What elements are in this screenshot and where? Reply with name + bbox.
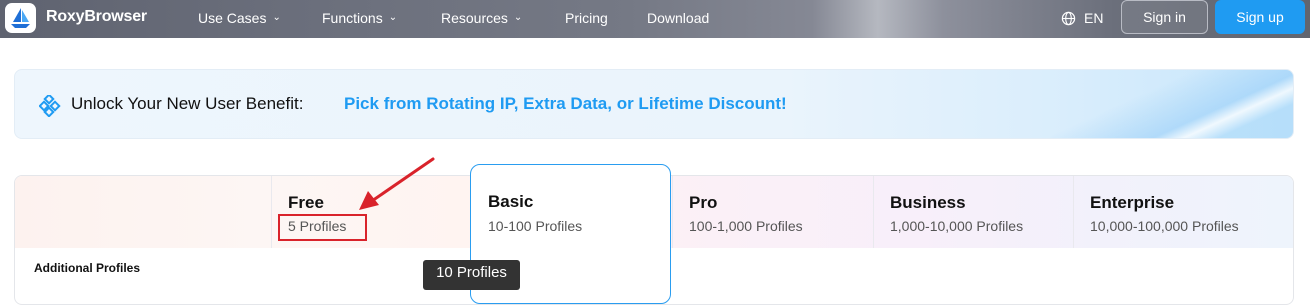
sign-up-button[interactable]: Sign up [1215,0,1305,34]
plan-profiles: 10,000-100,000 Profiles [1090,218,1239,234]
plan-name: Business [890,193,966,212]
chevron-down-icon: ⌄ [513,11,523,23]
nav-item-functions[interactable]: Functions ⌄ [322,10,397,26]
nav-item-download[interactable]: Download [647,10,709,26]
top-navigation-bar: RoxyBrowser Use Cases ⌄ Functions ⌄ Reso… [0,0,1310,38]
banner-decoration [1039,70,1293,138]
nav-item-use-cases[interactable]: Use Cases ⌄ [198,10,281,26]
annotation-highlight-box [278,214,367,241]
nav-item-pricing[interactable]: Pricing [565,10,608,26]
new-user-benefit-banner[interactable]: Unlock Your New User Benefit: Pick from … [14,69,1294,139]
nav-item-resources[interactable]: Resources ⌄ [441,10,522,26]
annotation-arrow-icon [359,157,435,210]
globe-icon [1061,11,1076,26]
chevron-down-icon: ⌄ [272,11,281,23]
nav-item-label: Functions [322,10,383,26]
plan-profiles: 10-100 Profiles [488,218,583,234]
banner-highlight-text[interactable]: Pick from Rotating IP, Extra Data, or Li… [344,94,787,114]
sign-in-button[interactable]: Sign in [1121,0,1208,34]
plan-name: Pro [689,193,718,212]
plan-column-enterprise[interactable]: Enterprise 10,000-100,000 Profiles [1073,176,1293,248]
roxybrowser-logo-icon[interactable] [5,3,36,33]
language-label: EN [1084,10,1104,26]
nav-item-label: Resources [441,10,508,26]
nav-item-label: Pricing [565,10,608,26]
plan-name: Free [288,193,324,212]
profiles-tooltip: 10 Profiles [423,260,520,290]
nav-item-label: Use Cases [198,10,267,26]
diamond-grid-icon [39,95,61,117]
language-selector[interactable]: EN [1061,10,1103,26]
plan-column-business[interactable]: Business 1,000-10,000 Profiles [873,176,1073,248]
plan-profiles: 100-1,000 Profiles [689,218,803,234]
plan-name: Enterprise [1090,193,1175,212]
chevron-down-icon: ⌄ [388,11,398,23]
plan-column-pro[interactable]: Pro 100-1,000 Profiles [672,176,873,248]
row-label-additional-profiles: Additional Profiles [34,261,141,275]
brand-name[interactable]: RoxyBrowser [46,8,147,26]
banner-lead-text: Unlock Your New User Benefit: [71,94,304,113]
plan-profiles: 1,000-10,000 Profiles [890,218,1024,234]
nav-item-label: Download [647,10,710,26]
plan-name: Basic [488,192,534,211]
